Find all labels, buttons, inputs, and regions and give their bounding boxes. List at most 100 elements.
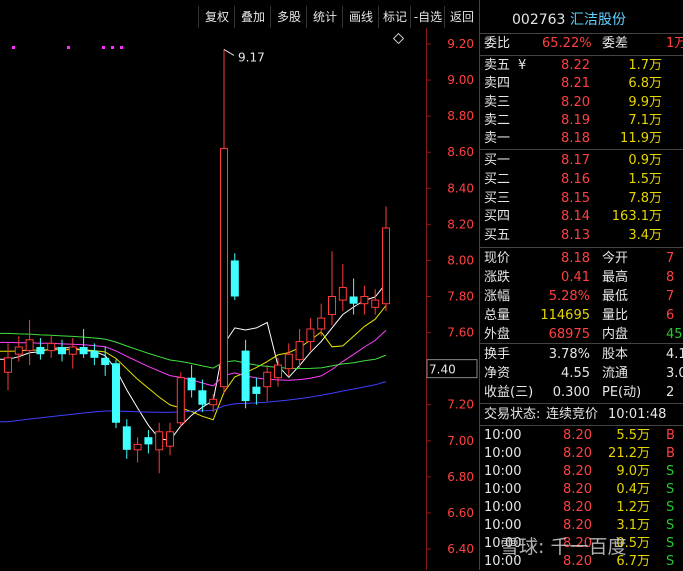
buy-row: 买三 8.15 7.8万 [480, 190, 683, 208]
stat-label: 换手 [484, 347, 511, 362]
candle[interactable] [263, 365, 272, 402]
tick-price: 8.20 [563, 500, 592, 515]
tick-side: S [666, 518, 675, 533]
stat-value: 3.78% [548, 347, 590, 362]
candle[interactable] [144, 429, 153, 454]
weicha-value: 1万 [666, 36, 683, 51]
stat-label: 净资 [484, 366, 511, 381]
candle[interactable] [4, 343, 12, 391]
stock-name[interactable]: 汇洁股份 [570, 10, 626, 30]
candle[interactable] [176, 372, 185, 427]
quote-row: 总量 114695 量比 6 [480, 307, 683, 325]
quote-panel: 002763 汇洁股份 委比 65.22% 委差 1万 卖五 ¥8.22 1.7万卖… [480, 0, 683, 570]
stat-label-2: 股本 [602, 347, 629, 362]
candle[interactable] [68, 337, 77, 369]
quote-value: 114695 [540, 308, 590, 323]
buy-row: 买四 8.14 163.1万 [480, 208, 683, 226]
overlay-button[interactable]: 叠加 [234, 6, 271, 28]
stat-label-2: 流通 [602, 366, 629, 381]
quote-label: 涨幅 [484, 289, 511, 304]
candle[interactable] [360, 285, 369, 315]
buy-volume: 7.8万 [628, 190, 662, 206]
candle[interactable] [382, 206, 390, 311]
add-watchlist-button[interactable]: -自选 [410, 6, 445, 28]
sell-row: 卖五 ¥8.22 1.7万 [480, 57, 683, 75]
candle[interactable] [36, 337, 45, 360]
multi-stock-button[interactable]: 多股 [270, 6, 307, 28]
sell-volume: 9.9万 [628, 94, 662, 110]
candle[interactable] [328, 251, 336, 326]
diamond-icon[interactable] [392, 32, 405, 45]
mark-button[interactable]: 标记 [378, 6, 411, 28]
buy-volume: 1.5万 [628, 171, 662, 187]
sell-price: 8.18 [561, 131, 590, 147]
tick-side: B [666, 428, 675, 443]
stock-code: 002763 [512, 12, 566, 28]
chart-toolbar: 复权 叠加 多股 统计 画线 标记 -自选 返回 [0, 6, 479, 28]
high-price-label: 9.17 [238, 50, 265, 64]
candle[interactable] [155, 422, 164, 474]
buy-level-label: 买三 [484, 190, 511, 206]
quote-label-2: 最低 [602, 289, 629, 304]
candle[interactable] [198, 379, 207, 412]
quote-label-2: 最高 [602, 270, 629, 285]
quote-value: 0.41 [561, 270, 590, 285]
candle[interactable] [58, 339, 66, 362]
price-tick-label: 8.00 [447, 253, 474, 267]
trade-status-value: 连续竞价 [546, 407, 599, 422]
back-button[interactable]: 返回 [444, 6, 479, 28]
sell-level-label: 卖五 [484, 58, 511, 73]
tick-row: 10:00 8.20 9.0万 S [480, 463, 683, 481]
sell-price: 8.20 [561, 94, 590, 110]
candle[interactable] [47, 336, 56, 358]
candle[interactable] [274, 357, 282, 387]
price-tick-label: 9.00 [447, 73, 474, 87]
quote-row: 外盘 68975 内盘 45 [480, 326, 683, 344]
candle[interactable] [284, 343, 293, 376]
quote-label: 总量 [484, 308, 511, 323]
stat-value: 0.300 [552, 385, 590, 400]
stat-label-2: PE(动) [602, 385, 642, 400]
fuquan-button[interactable]: 复权 [198, 6, 235, 28]
buy-level-label: 买五 [484, 228, 511, 244]
sell-price: 8.22 [561, 58, 590, 73]
quote-row: 涨幅 5.28% 最低 7 [480, 288, 683, 306]
candle[interactable] [90, 343, 99, 366]
tick-row: 10:00 8.20 5.5万 B [480, 427, 683, 445]
price-tick-label: 7.00 [447, 434, 474, 448]
sell-volume: 1.7万 [628, 58, 662, 73]
draw-line-button[interactable]: 画线 [342, 6, 379, 28]
candle[interactable] [79, 328, 88, 358]
quote-value-2: 7 [666, 251, 675, 266]
candle[interactable] [112, 359, 120, 429]
weibi-label: 委比 [484, 36, 511, 51]
candle[interactable] [241, 339, 250, 409]
candle[interactable] [317, 303, 326, 337]
candlestick-chart[interactable]: 9.20 9.00 8.80 8.60 8.40 8.20 8.00 7.80 7.60 7.40… [0, 28, 479, 570]
candle[interactable] [187, 365, 196, 398]
candle[interactable] [230, 253, 239, 301]
candle[interactable] [122, 419, 131, 459]
ma20-line [0, 329, 387, 387]
signal-dot [12, 46, 15, 49]
statistics-button[interactable]: 统计 [306, 6, 343, 28]
candle[interactable] [338, 264, 347, 311]
signal-dot [120, 46, 123, 49]
candle[interactable] [166, 422, 174, 456]
candle[interactable] [306, 318, 315, 351]
stat-value: 4.55 [561, 366, 590, 381]
buy-level-label: 买二 [484, 171, 511, 187]
candle[interactable] [252, 377, 261, 405]
tick-price: 8.20 [563, 446, 592, 461]
buy-row: 买一 8.17 0.9万 [480, 152, 683, 170]
candle[interactable] [133, 437, 142, 463]
tick-volume: 21.2万 [608, 446, 650, 461]
xueqiu-watermark: 雪球: 千一百度 [500, 536, 627, 558]
candle[interactable] [25, 319, 34, 366]
sell-level-label: 卖一 [484, 131, 511, 147]
trade-status-time: 10:01:48 [608, 407, 667, 422]
tick-price: 8.20 [563, 428, 592, 443]
stat-value-2: 3.0 [666, 366, 683, 381]
tick-time: 10:00 [484, 464, 522, 479]
candle[interactable] [220, 49, 228, 394]
